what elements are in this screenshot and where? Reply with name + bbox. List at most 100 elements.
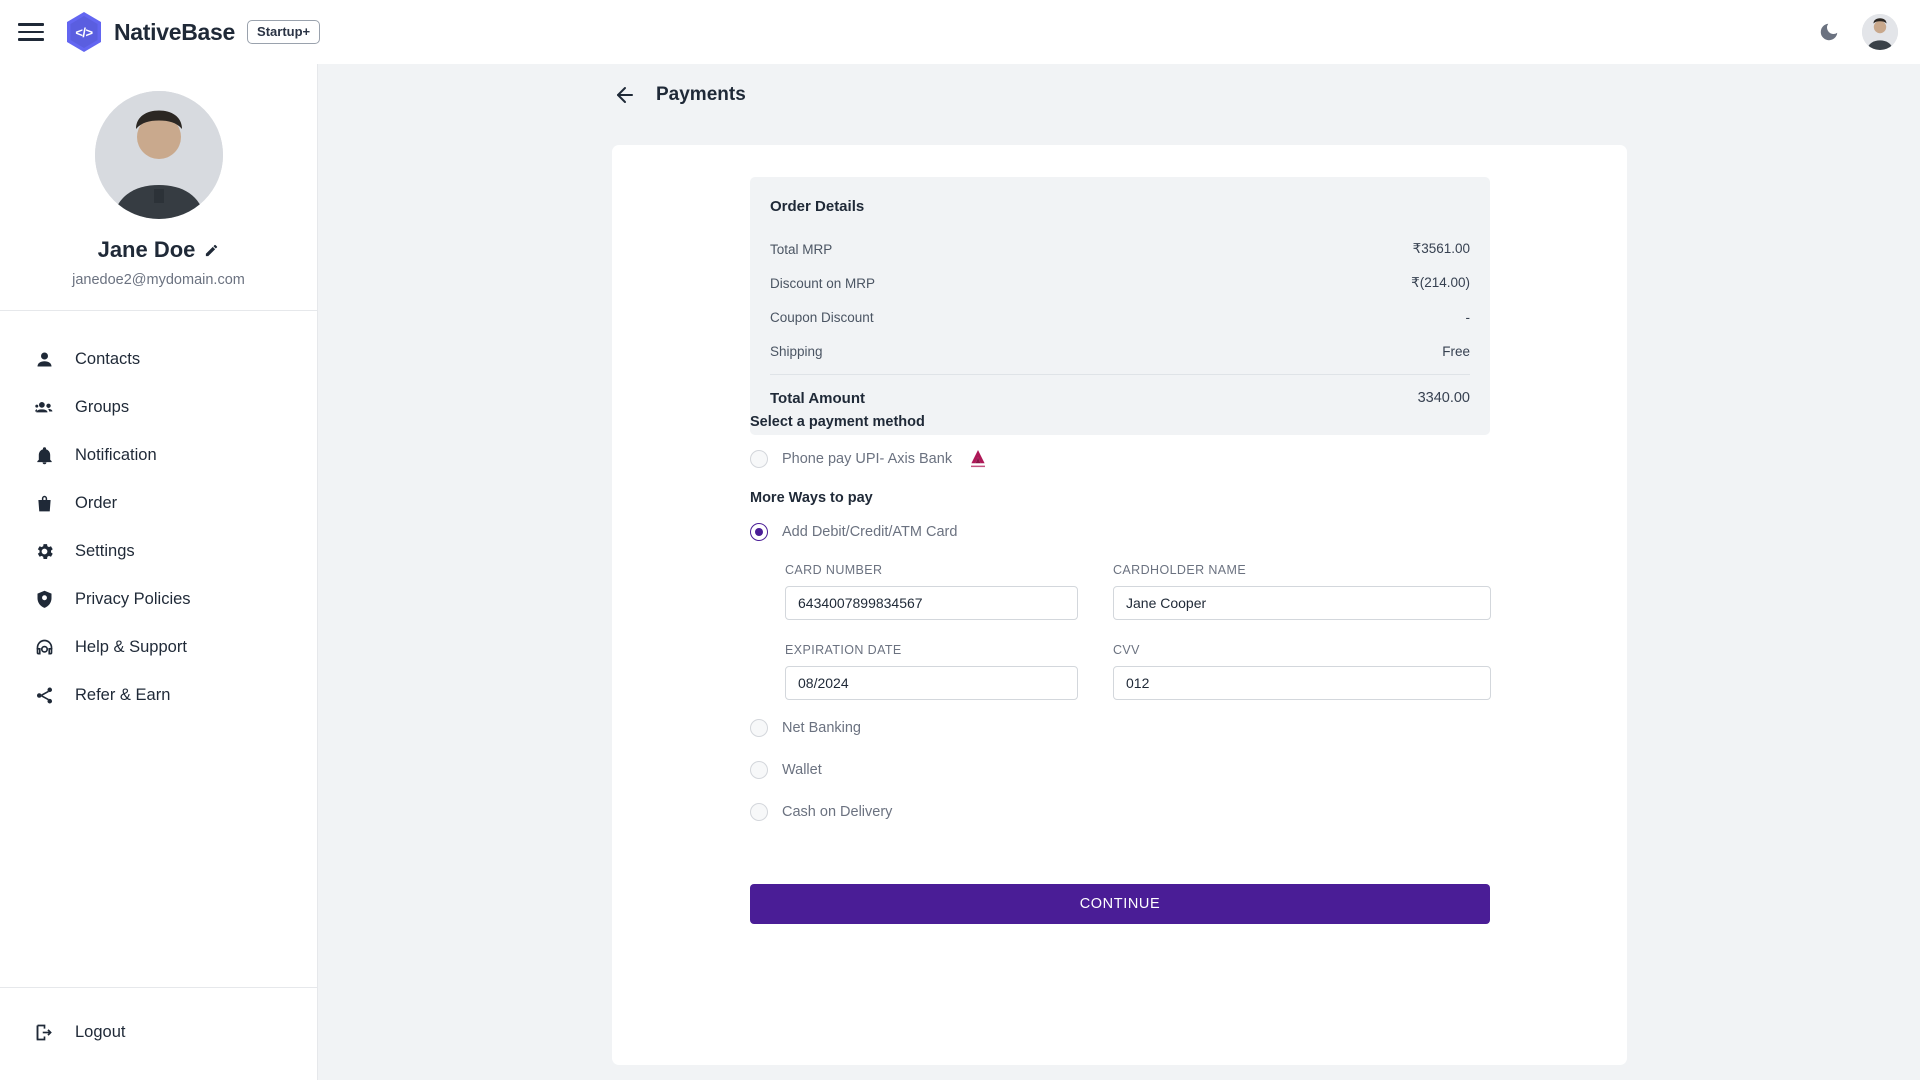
cvv-input[interactable] [1113, 666, 1491, 700]
more-ways-to-pay-title: More Ways to pay [750, 490, 873, 506]
order-row-value: ₹3561.00 [1412, 241, 1470, 256]
nativebase-hexagon-logo: </> [65, 11, 103, 53]
sidebar-item-label: Contacts [75, 349, 141, 368]
payment-option-label: Phone pay UPI- Axis Bank [782, 451, 953, 467]
top-bar-right [1818, 14, 1898, 50]
cardholder-name-label: CARDHOLDER NAME [1113, 563, 1247, 577]
pencil-icon[interactable] [204, 243, 219, 258]
cardholder-name-field: CARDHOLDER NAME [1113, 563, 1491, 620]
expiration-date-label: EXPIRATION DATE [785, 643, 902, 657]
order-row: Shipping Free [770, 334, 1470, 368]
profile-name-row: Jane Doe [0, 237, 317, 263]
people-icon [33, 396, 55, 418]
card-number-input[interactable] [785, 586, 1078, 620]
order-total-row: Total Amount 3340.00 [770, 377, 1470, 419]
order-row: Total MRP ₹3561.00 [770, 232, 1470, 266]
order-details-title: Order Details [770, 198, 865, 215]
sidebar-nav: Contacts Groups Notification Order Setti… [0, 311, 317, 719]
payments-card: Order Details Total MRP ₹3561.00 Discoun… [612, 145, 1627, 1065]
radio-net-banking[interactable] [750, 719, 768, 737]
payment-option-label: Cash on Delivery [782, 804, 893, 820]
shield-icon [33, 588, 55, 610]
order-row-label: Total MRP [770, 241, 833, 257]
expiration-date-field: EXPIRATION DATE [785, 643, 1078, 700]
card-number-label: CARD NUMBER [785, 563, 883, 577]
moon-icon[interactable] [1818, 21, 1840, 43]
person-icon [33, 348, 55, 370]
hamburger-icon[interactable] [18, 19, 44, 45]
profile-name: Jane Doe [97, 237, 196, 262]
radio-cash-on-delivery[interactable] [750, 803, 768, 821]
page-title: Payments [656, 84, 746, 105]
order-row-label: Shipping [770, 343, 823, 359]
order-details-panel: Order Details Total MRP ₹3561.00 Discoun… [750, 177, 1490, 435]
sidebar-item-refer-earn[interactable]: Refer & Earn [0, 671, 317, 719]
profile-avatar[interactable] [94, 91, 223, 219]
radio-wallet[interactable] [750, 761, 768, 779]
headset-icon [33, 636, 55, 658]
order-row-value: ₹(214.00) [1411, 275, 1470, 290]
card-form: CARD NUMBER CARDHOLDER NAME EXPIRATION D… [785, 563, 1491, 700]
sidebar-item-contacts[interactable]: Contacts [0, 335, 317, 383]
sidebar-item-help-support[interactable]: Help & Support [0, 623, 317, 671]
cardholder-name-input[interactable] [1113, 586, 1491, 620]
radio-upi[interactable] [750, 450, 768, 468]
select-payment-method-title: Select a payment method [750, 414, 925, 430]
payment-option-cash-on-delivery[interactable]: Cash on Delivery [750, 803, 892, 821]
order-row: Coupon Discount - [770, 300, 1470, 334]
arrow-left-icon[interactable] [613, 83, 637, 107]
share-icon [33, 684, 55, 706]
payment-option-card[interactable]: Add Debit/Credit/ATM Card [750, 523, 957, 541]
brand[interactable]: </> NativeBase Startup+ [65, 11, 321, 53]
order-row: Discount on MRP ₹(214.00) [770, 266, 1470, 300]
sidebar-item-label: Refer & Earn [75, 685, 171, 704]
logout-icon [33, 1021, 55, 1043]
payment-option-label: Add Debit/Credit/ATM Card [782, 524, 958, 540]
profile-email: janedoe2@mydomain.com [72, 272, 245, 288]
axis-bank-logo [971, 450, 986, 468]
sidebar-item-privacy-policies[interactable]: Privacy Policies [0, 575, 317, 623]
expiration-date-input[interactable] [785, 666, 1078, 700]
sidebar-item-groups[interactable]: Groups [0, 383, 317, 431]
gear-icon [33, 540, 55, 562]
page-header: Payments [318, 64, 1920, 126]
order-row-label: Discount on MRP [770, 275, 876, 291]
payment-option-label: Wallet [782, 762, 822, 778]
cvv-field: CVV [1113, 643, 1491, 700]
sidebar-item-label: Groups [75, 397, 130, 416]
payment-option-net-banking[interactable]: Net Banking [750, 719, 861, 737]
user-avatar[interactable] [1862, 14, 1898, 50]
bell-icon [33, 444, 55, 466]
hamburger-bar [18, 30, 44, 34]
order-divider [770, 374, 1470, 375]
order-row-value: - [1465, 309, 1471, 325]
payment-option-upi[interactable]: Phone pay UPI- Axis Bank [750, 448, 988, 470]
payment-option-wallet[interactable]: Wallet [750, 761, 822, 779]
sidebar-item-settings[interactable]: Settings [0, 527, 317, 575]
sidebar-item-logout[interactable]: Logout [0, 1008, 317, 1056]
sidebar-item-notification[interactable]: Notification [0, 431, 317, 479]
brand-name: NativeBase [114, 18, 236, 45]
radio-add-card[interactable] [750, 523, 768, 541]
sidebar-item-label: Settings [75, 541, 135, 560]
sidebar-item-label: Privacy Policies [75, 589, 191, 608]
sidebar-profile: Jane Doe janedoe2@mydomain.com [0, 64, 317, 311]
order-total-value: 3340.00 [1417, 390, 1470, 406]
sidebar-logout-section: Logout [0, 987, 317, 1080]
plan-badge: Startup+ [247, 20, 321, 44]
app-root: </> NativeBase Startup+ Jane Doe janedoe… [0, 0, 1920, 1080]
hamburger-bar [18, 38, 44, 41]
order-row-label: Coupon Discount [770, 309, 874, 325]
logo-code-glyph: </> [75, 24, 93, 40]
continue-button[interactable]: CONTINUE [750, 884, 1490, 924]
sidebar-item-label: Order [75, 493, 118, 512]
sidebar-item-order[interactable]: Order [0, 479, 317, 527]
sidebar-item-label: Notification [75, 445, 157, 464]
order-total-label: Total Amount [770, 389, 865, 407]
sidebar-item-label: Logout [75, 1022, 126, 1041]
payment-option-label: Net Banking [782, 720, 861, 736]
hamburger-bar [18, 23, 44, 26]
main-content: Payments Order Details Total MRP ₹3561.0… [318, 64, 1920, 1080]
sidebar: Jane Doe janedoe2@mydomain.com Contacts … [0, 64, 318, 1080]
order-row-value: Free [1442, 343, 1470, 359]
